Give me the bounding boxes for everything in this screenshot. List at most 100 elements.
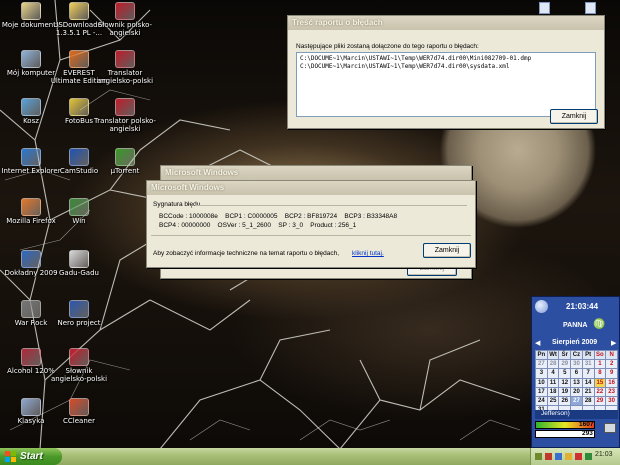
- windows-logo-icon: [5, 451, 16, 462]
- calendar-day[interactable]: 13: [570, 377, 583, 388]
- calendar-day[interactable]: 15: [593, 377, 607, 388]
- calendar-day[interactable]: 24: [535, 395, 548, 407]
- moon-phase-icon: [535, 300, 548, 313]
- calendar-day[interactable]: 23: [605, 386, 618, 397]
- calendar-day[interactable]: 30: [605, 395, 618, 407]
- weekday-header: Wt: [546, 349, 560, 361]
- calendar-day[interactable]: 16: [605, 377, 618, 388]
- back-dialog-title: Microsoft Windows: [161, 166, 471, 180]
- calendar-day[interactable]: 3: [535, 368, 548, 379]
- calendar-day[interactable]: 6: [570, 368, 583, 379]
- error-signature-dialog[interactable]: Microsoft Windows Sygnatura błędu BCCode…: [146, 180, 476, 268]
- desktop-icon[interactable]: Słownik angielsko-polski: [48, 348, 110, 383]
- desktop-icon[interactable]: Słownik polsko-angielski: [94, 2, 156, 37]
- calendar-day[interactable]: 21: [581, 386, 595, 397]
- report-intro-text: Następujące pliki zostaną dołączone do t…: [296, 43, 479, 50]
- calendar-day[interactable]: 8: [593, 368, 607, 379]
- next-month-icon[interactable]: ▶: [611, 339, 616, 347]
- system-tray: 21:03: [530, 448, 620, 465]
- desktop-icon-label: CCleaner: [63, 417, 95, 425]
- desktop-icon-label: Gadu-Gadu: [59, 269, 99, 277]
- fotobus-icon: [69, 98, 89, 116]
- calendar-day[interactable]: 5: [558, 368, 572, 379]
- desktop-icon-label: Nero project: [57, 319, 101, 327]
- calendar-day[interactable]: 28: [581, 395, 595, 407]
- calendar-day[interactable]: 12: [558, 377, 572, 388]
- tray-app-icon[interactable]: [575, 453, 582, 460]
- desktop-icon[interactable]: Translator polsko-angielski: [94, 98, 156, 133]
- calendar-day[interactable]: 20: [570, 386, 583, 397]
- desktop-icon[interactable]: Win: [48, 198, 110, 225]
- attached-file-sysdata: C:\DOCUME~1\Marcin\USTAWI~1\Temp\WER7d74…: [300, 63, 510, 70]
- calendar-day[interactable]: 29: [558, 359, 572, 370]
- calendar-month-label: Sierpień 2009: [552, 339, 598, 346]
- calendar-day[interactable]: 11: [546, 377, 560, 388]
- gadget-time: 21:03:44: [566, 302, 599, 311]
- document-icon[interactable]: [539, 2, 550, 14]
- start-label: Start: [20, 451, 43, 462]
- report-close-button[interactable]: Zamknij: [550, 109, 598, 124]
- desktop-icon[interactable]: Translator angielsko-polski: [94, 50, 156, 85]
- calendar-day[interactable]: 14: [581, 377, 595, 388]
- everest-icon: [69, 50, 89, 68]
- signature-line-2: BCP4 : 00000000 OSVer : 5_1_2600 SP : 3_…: [159, 222, 357, 229]
- signature-divider: [195, 205, 467, 206]
- desktop-icon[interactable]: Gadu-Gadu: [48, 250, 110, 277]
- taskbar: Start 21:03: [0, 448, 620, 465]
- calendar-day[interactable]: 27: [570, 395, 583, 407]
- weekday-header: Pt: [581, 349, 595, 361]
- signature-close-button[interactable]: Zamknij: [423, 243, 471, 258]
- folder-icon: [69, 2, 89, 20]
- calendar-day[interactable]: 4: [546, 368, 560, 379]
- calendar-day[interactable]: 9: [605, 368, 618, 379]
- start-button[interactable]: Start: [0, 448, 62, 465]
- usage-counter-bottom: 293: [582, 430, 593, 437]
- calendar-day[interactable]: 10: [535, 377, 548, 388]
- calendar-day[interactable]: 25: [546, 395, 560, 407]
- calendar-day[interactable]: 18: [546, 386, 560, 397]
- calendar-day[interactable]: 30: [570, 359, 583, 370]
- calendar-day[interactable]: 27: [535, 359, 548, 370]
- signature-line-1: BCCode : 1000008e BCP1 : C0000005 BCP2 :…: [159, 213, 398, 220]
- utorrent-icon: [115, 148, 135, 166]
- desktop-icon-label: Słownik polsko-angielski: [97, 21, 153, 37]
- attached-files-list[interactable]: C:\DOCUME~1\Marcin\USTAWI~1\Temp\WER7d74…: [296, 52, 596, 117]
- calendar-table: Pn Wt Śr Cz Pt So N 27 28 29 30 31 1 2 3 4 5 6 7 8 9 10 11 12 13…: [535, 349, 618, 416]
- weekday-header: Śr: [558, 349, 572, 361]
- desktop-icon[interactable]: Nero project: [48, 300, 110, 327]
- calendar-day[interactable]: 17: [535, 386, 548, 397]
- calendar-day[interactable]: 22: [593, 386, 607, 397]
- calendar-day[interactable]: 7: [581, 368, 595, 379]
- tray-volume-icon[interactable]: [555, 453, 562, 460]
- document-icon[interactable]: [585, 2, 596, 14]
- tray-network-icon[interactable]: [535, 453, 542, 460]
- calendar-day[interactable]: 2: [605, 359, 618, 370]
- desktop-icon-label: Translator polsko-angielski: [94, 117, 156, 133]
- calendar-day[interactable]: 31: [581, 359, 595, 370]
- desktop-icon[interactable]: µTorrent: [94, 148, 156, 175]
- calendar-day[interactable]: 28: [546, 359, 560, 370]
- error-report-contents-window[interactable]: Treść raportu o błędach Następujące plik…: [287, 15, 605, 129]
- recycle-bin-icon: [21, 98, 41, 116]
- tray-shield-icon[interactable]: [565, 453, 572, 460]
- technical-info-link[interactable]: kliknij tutaj.: [352, 250, 384, 257]
- calendar-day[interactable]: 29: [593, 395, 607, 407]
- calendar-day[interactable]: 1: [593, 359, 607, 370]
- tray-antivirus-icon[interactable]: [545, 453, 552, 460]
- calendar-day[interactable]: 26: [558, 395, 572, 407]
- my-computer-icon: [21, 50, 41, 68]
- weekday-header: Pn: [535, 349, 548, 361]
- desktop-icon-label: Win: [72, 217, 86, 225]
- internet-explorer-icon: [21, 148, 41, 166]
- my-documents-icon: [21, 2, 41, 20]
- prev-month-icon[interactable]: ◀: [535, 339, 540, 347]
- calendar-clock-gadget[interactable]: 21:03:44 PANNA ♍ ◀ Sierpień 2009 ▶ Pn Wt Ś…: [531, 296, 620, 448]
- tray-sync-icon[interactable]: [585, 453, 592, 460]
- desktop-icon-label: µTorrent: [110, 167, 140, 175]
- taskbar-clock[interactable]: 21:03: [595, 451, 613, 458]
- zodiac-name: PANNA: [563, 322, 588, 329]
- desktop-icon[interactable]: CCleaner: [48, 398, 110, 425]
- calendar-day[interactable]: 19: [558, 386, 572, 397]
- technical-info-text: Aby zobaczyć informacje techniczne na te…: [153, 250, 340, 257]
- desktop-icon-label: Słownik angielsko-polski: [50, 367, 108, 383]
